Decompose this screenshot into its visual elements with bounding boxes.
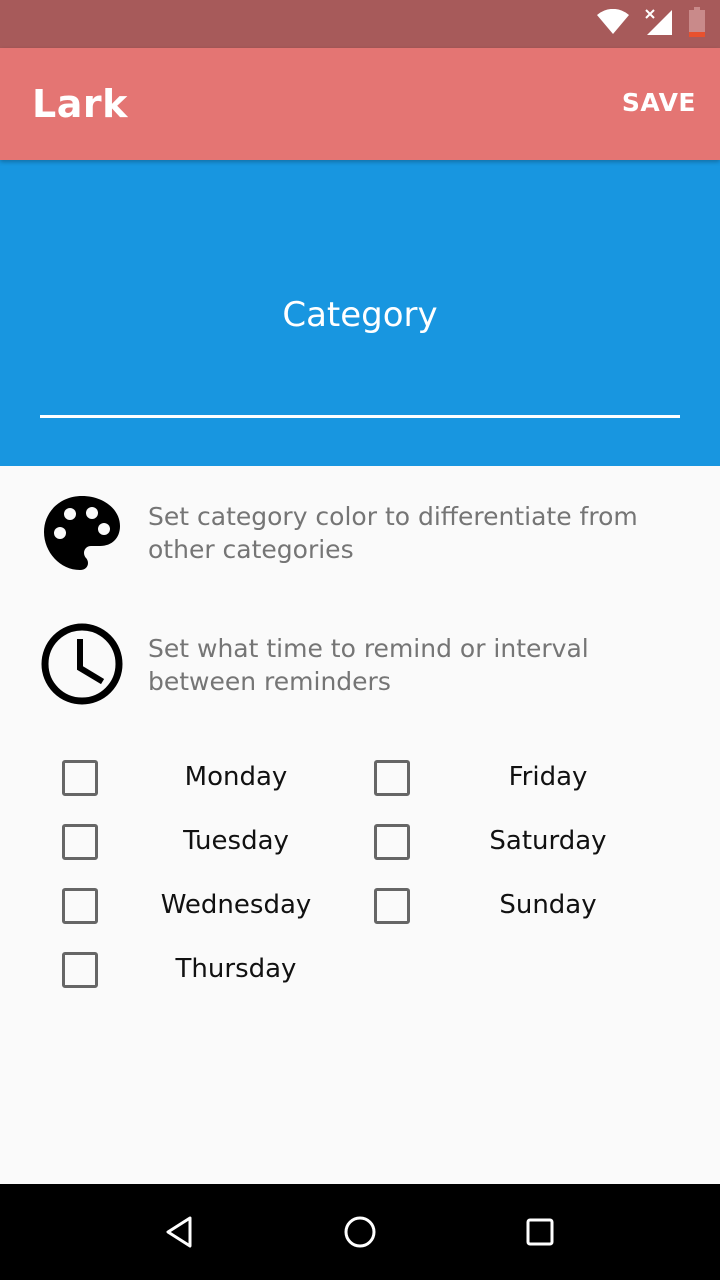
day-checkbox-saturday[interactable]: Saturday: [374, 804, 686, 868]
navigation-bar: [0, 1184, 720, 1280]
battery-icon: [688, 7, 706, 41]
day-label: Wednesday: [160, 890, 312, 920]
day-label: Friday: [508, 762, 588, 792]
checkbox-icon[interactable]: [374, 760, 410, 796]
palette-icon: [40, 492, 124, 576]
checkbox-icon[interactable]: [62, 824, 98, 860]
reminder-time-setting[interactable]: Set what time to remind or interval betw…: [0, 618, 720, 718]
checkbox-icon[interactable]: [62, 952, 98, 988]
app-bar: Lark SAVE: [0, 48, 720, 160]
home-icon[interactable]: [340, 1212, 380, 1252]
category-color-description: Set category color to differentiate from…: [148, 502, 638, 564]
screen: Lark SAVE Set category color to differen…: [0, 0, 720, 1280]
checkbox-icon[interactable]: [374, 824, 410, 860]
category-name-input[interactable]: [40, 280, 680, 350]
day-checkbox-thursday[interactable]: Thursday: [62, 932, 374, 996]
checkbox-icon[interactable]: [62, 760, 98, 796]
weekday-checkbox-group: Monday Tuesday Wednesday Thursday Friday…: [0, 740, 720, 1020]
back-icon[interactable]: [160, 1212, 200, 1252]
day-label: Tuesday: [183, 826, 289, 856]
category-color-setting[interactable]: Set category color to differentiate from…: [0, 486, 720, 586]
day-label: Sunday: [499, 890, 597, 920]
save-button[interactable]: SAVE: [622, 88, 696, 117]
status-icons: [596, 7, 706, 41]
signal-icon: [644, 8, 674, 40]
status-bar: [0, 0, 720, 48]
checkbox-icon[interactable]: [374, 888, 410, 924]
clock-icon: [40, 622, 124, 706]
category-header: [0, 160, 720, 466]
app-title: Lark: [32, 82, 128, 126]
day-checkbox-sunday[interactable]: Sunday: [374, 868, 686, 932]
day-label: Monday: [184, 762, 288, 792]
recents-icon[interactable]: [520, 1212, 560, 1252]
day-checkbox-friday[interactable]: Friday: [374, 740, 686, 804]
day-checkbox-wednesday[interactable]: Wednesday: [62, 868, 374, 932]
day-label: Thursday: [175, 954, 297, 984]
wifi-icon: [596, 8, 630, 39]
day-label: Saturday: [489, 826, 607, 856]
day-checkbox-tuesday[interactable]: Tuesday: [62, 804, 374, 868]
day-checkbox-monday[interactable]: Monday: [62, 740, 374, 804]
reminder-time-description: Set what time to remind or interval betw…: [148, 634, 589, 696]
category-input-underline: [40, 415, 680, 418]
checkbox-icon[interactable]: [62, 888, 98, 924]
